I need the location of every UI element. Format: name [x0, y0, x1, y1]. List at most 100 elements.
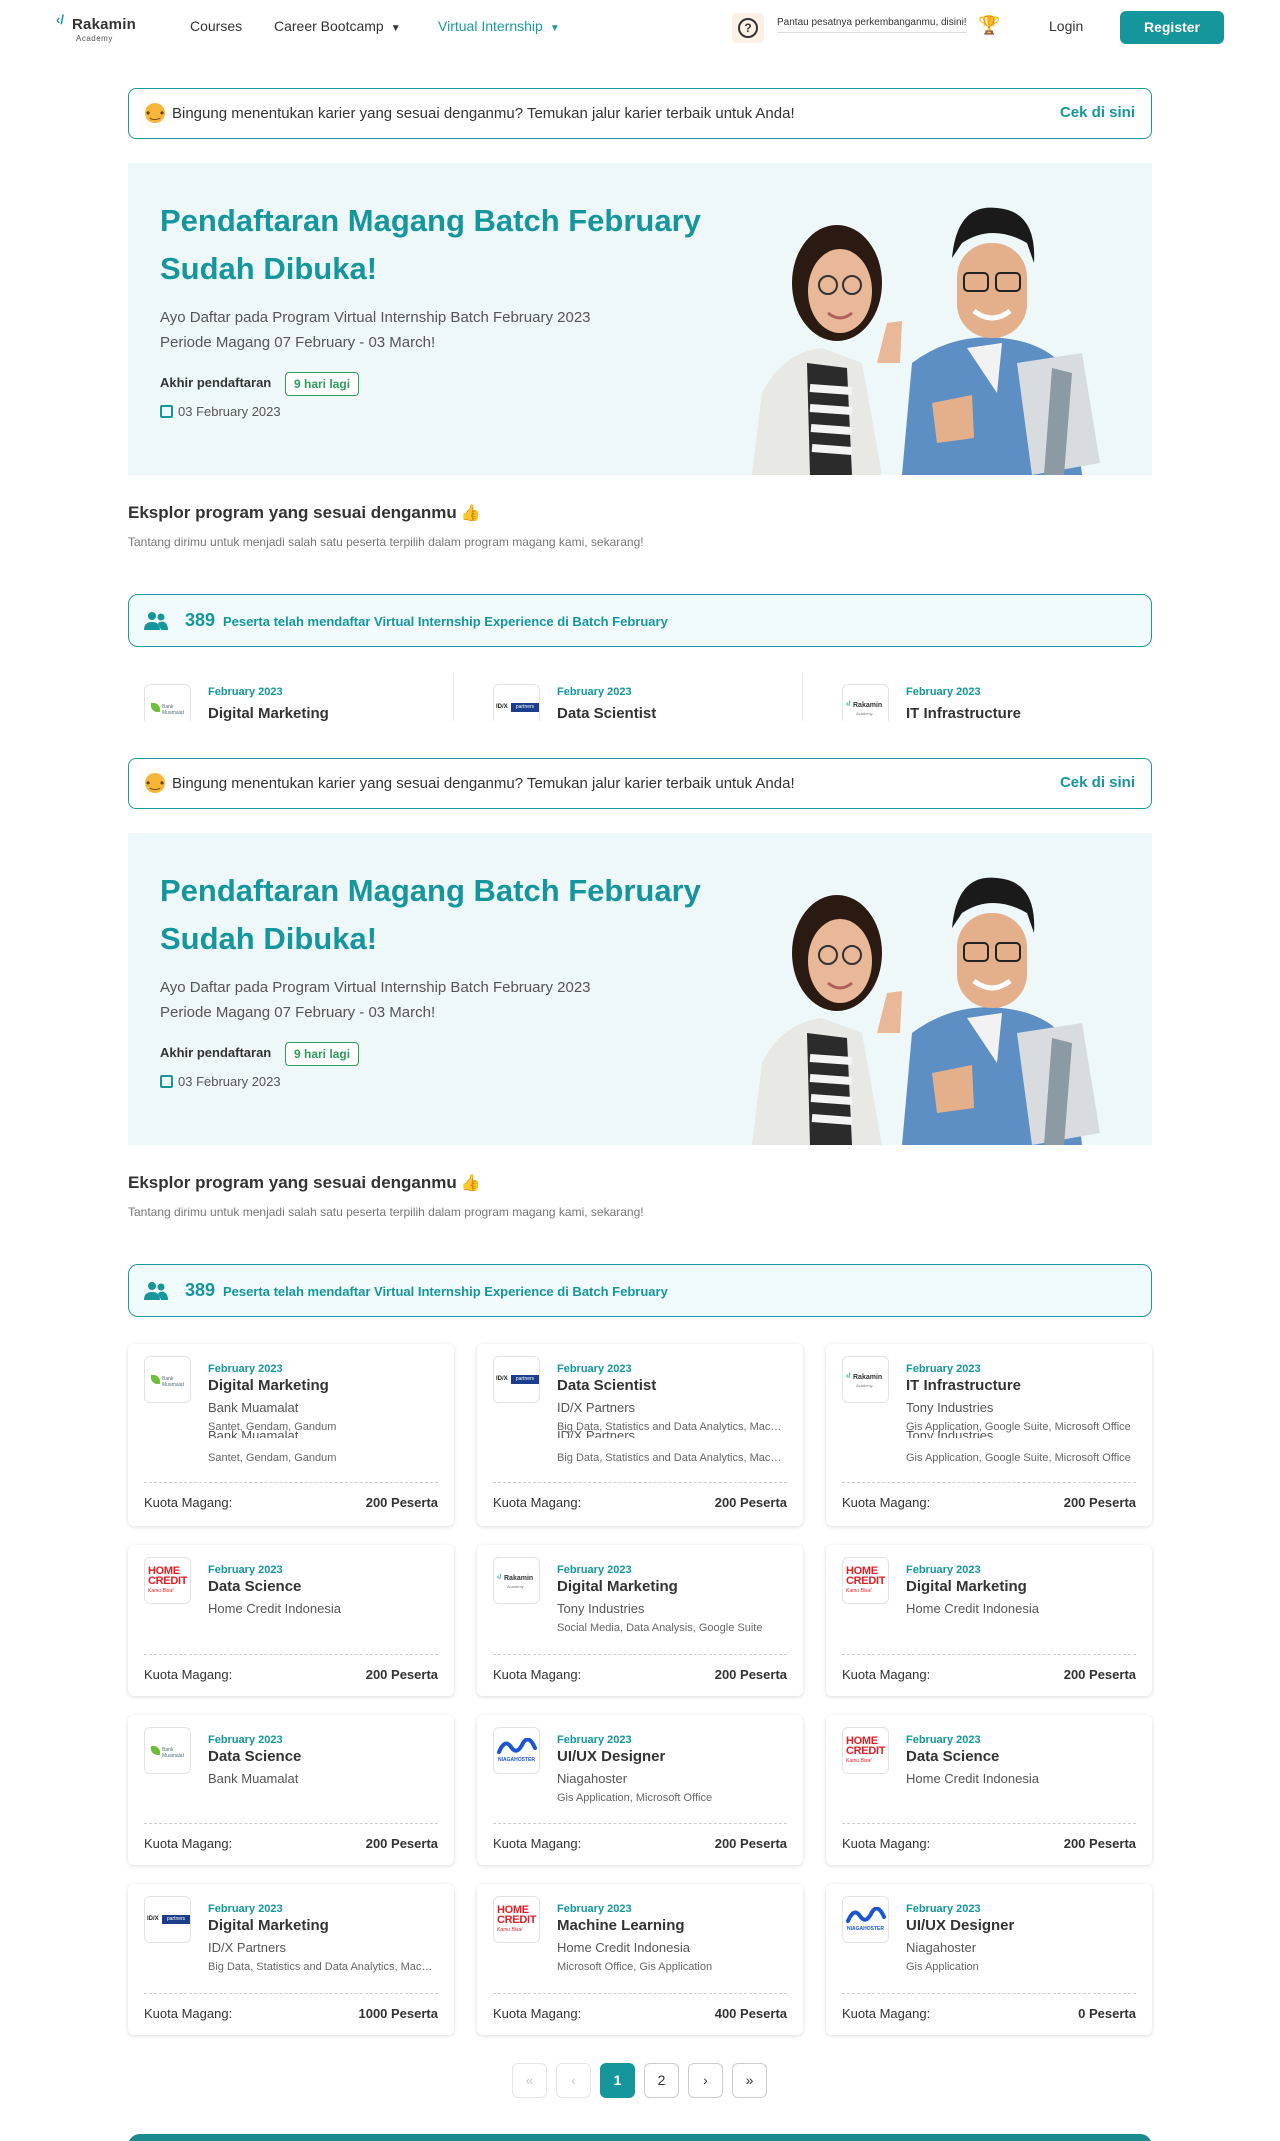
career-banner: •‿• Bingung menentukan karier yang sesua… [128, 758, 1152, 809]
card-period: February 2023 [906, 1734, 981, 1746]
internship-card[interactable]: ‹/Rakamin Academy February 2023 IT Infras… [826, 1344, 1152, 1526]
nav-virtual-internship[interactable]: Virtual Internship ▼ [438, 18, 560, 34]
registrant-count-text: Peserta telah mendaftar Virtual Internsh… [223, 1284, 668, 1299]
pagination-first-button[interactable]: « [512, 2063, 547, 2098]
company-logo: ‹/Rakamin Academy [842, 1356, 889, 1403]
login-link[interactable]: Login [1049, 18, 1083, 34]
quota-label: Kuota Magang: [493, 1836, 582, 1851]
card-divider [144, 1993, 438, 1994]
quota-label: Kuota Magang: [493, 1495, 582, 1510]
card-divider [493, 1823, 787, 1824]
card-title: Data Science [906, 1748, 1000, 1765]
registrant-count-banner: 389 Peserta telah mendaftar Virtual Inte… [128, 1264, 1152, 1317]
company-logo: HOME CREDIT Kamu Bisa! [842, 1557, 889, 1604]
top-navbar: ‹/ Rakamin Academy Courses Career Bootca… [0, 0, 1280, 55]
company-logo: ‹/Rakamin Academy [842, 684, 889, 721]
register-button[interactable]: Register [1120, 11, 1224, 44]
progress-tracker-text[interactable]: Pantau pesatnya perkembanganmu, disini! [777, 17, 967, 33]
card-divider [842, 1482, 1136, 1483]
internship-card[interactable]: HOME CREDIT Kamu Bisa! February 2023 Machi… [477, 1884, 803, 2035]
career-banner: •‿• Bingung menentukan karier yang sesua… [128, 88, 1152, 139]
registrant-count: 389 [185, 610, 216, 630]
card-company: Tony Industries [906, 1400, 994, 1415]
users-icon [144, 1282, 168, 1300]
quota-value: 0 Peserta [1078, 2006, 1136, 2021]
company-logo: Bank Muamalat [144, 684, 191, 721]
nav-career-bootcamp[interactable]: Career Bootcamp ▼ [274, 18, 401, 34]
card-title: UI/UX Designer [906, 1917, 1015, 1934]
card-company-duplicate: Tony Industries [906, 1429, 994, 1438]
internship-card[interactable]: ‹/Rakamin Academy February 2023 Digital M… [477, 1545, 803, 1696]
quota-value: 200 Peserta [714, 1495, 787, 1510]
card-company: ID/X Partners [557, 1400, 636, 1415]
thinking-face-icon: •‿• [145, 773, 165, 793]
company-logo: HOME CREDIT Kamu Bisa! [842, 1727, 889, 1774]
company-logo: ID/X partners [493, 1356, 540, 1403]
deadline-date: 03 February 2023 [160, 1074, 281, 1089]
career-banner-cta[interactable]: Cek di sini [1060, 104, 1135, 121]
card-divider [493, 1482, 787, 1483]
quota-value: 400 Peserta [714, 2006, 787, 2021]
users-icon [144, 612, 168, 630]
rakamin-mark-icon: ‹/ [56, 12, 64, 27]
card-period: February 2023 [557, 1564, 632, 1576]
card[interactable]: Bank Muamalat February 2023 Digital Mark… [128, 673, 454, 721]
internship-card[interactable]: HOME CREDIT Kamu Bisa! February 2023 Digit… [826, 1545, 1152, 1696]
rakamin-logo[interactable]: ‹/ Rakamin Academy [56, 12, 156, 46]
pagination-page-2[interactable]: 2 [644, 2063, 679, 2098]
trophy-icon[interactable]: 🏆 [978, 15, 1000, 36]
card-divider [842, 1654, 1136, 1655]
deadline-label: Akhir pendaftaran [160, 375, 272, 390]
pagination-next-button[interactable]: › [688, 2063, 723, 2098]
quota-label: Kuota Magang: [493, 2006, 582, 2021]
card-title: Digital Marketing [208, 1917, 329, 1934]
card-period: February 2023 [208, 1564, 283, 1576]
help-icon[interactable]: ? [732, 13, 764, 43]
quota-value: 200 Peserta [1063, 1836, 1136, 1851]
registrant-count-text: Peserta telah mendaftar Virtual Internsh… [223, 614, 668, 629]
calendar-icon [160, 405, 173, 418]
quota-label: Kuota Magang: [842, 1495, 931, 1510]
card-divider [493, 1993, 787, 1994]
internship-card[interactable]: ID/X partners February 2023 Digital Marke… [128, 1884, 454, 2035]
internship-card[interactable]: HOME CREDIT Kamu Bisa! February 2023 Data … [826, 1715, 1152, 1865]
quota-value: 200 Peserta [714, 1667, 787, 1682]
hero-students-illustration [752, 163, 1152, 475]
internship-card[interactable]: Bank Muamalat February 2023 Digital Mark… [128, 1344, 454, 1526]
internship-card[interactable]: NIAGAHOSTER February 2023 UI/UX Designer… [477, 1715, 803, 1865]
company-logo: Bank Muamalat [144, 1727, 191, 1774]
internship-card[interactable]: NIAGAHOSTER February 2023 UI/UX Designer… [826, 1884, 1152, 2035]
card-title: IT Infrastructure [906, 1377, 1022, 1394]
logo-name: Rakamin [72, 16, 136, 33]
internship-card[interactable]: ID/X partners February 2023 Data Scientis… [477, 1344, 803, 1526]
pagination-last-button[interactable]: » [732, 2063, 767, 2098]
internship-card[interactable]: HOME CREDIT Kamu Bisa! February 2023 Data … [128, 1545, 454, 1696]
card-title: Data Scientist [557, 1377, 657, 1394]
card-title: Data Science [208, 1748, 302, 1765]
internship-card[interactable]: Bank Muamalat February 2023 Data Science… [128, 1715, 454, 1865]
thumbs-up-icon: 👍 [460, 505, 481, 522]
card-title: IT Infrastructure [906, 705, 1022, 721]
deadline-badge: 9 hari lagi [285, 1042, 360, 1066]
quota-label: Kuota Magang: [842, 2006, 931, 2021]
deadline-label: Akhir pendaftaran [160, 1045, 272, 1060]
company-logo: ID/X partners [144, 1896, 191, 1943]
card-skills: Gis Application [906, 1961, 979, 1973]
card-skills: Microsoft Office, Gis Application [557, 1961, 713, 1973]
nav-courses[interactable]: Courses [190, 18, 242, 34]
card-company: Niagahoster [906, 1940, 977, 1955]
explore-title: Eksplor program yang sesuai denganmu 👍 [128, 503, 481, 522]
pagination-page-1[interactable]: 1 [600, 2063, 635, 2098]
card-period: February 2023 [208, 1363, 283, 1375]
card-skills: Gis Application, Microsoft Office [557, 1792, 713, 1804]
card[interactable]: ID/X partners February 2023 Data Scientis… [477, 673, 803, 721]
thumbs-up-icon: 👍 [460, 1175, 481, 1192]
card-divider [144, 1823, 438, 1824]
card[interactable]: ‹/Rakamin Academy February 2023 IT Infras… [826, 673, 1152, 721]
career-banner-cta[interactable]: Cek di sini [1060, 774, 1135, 791]
quota-label: Kuota Magang: [144, 2006, 233, 2021]
hero-description: Ayo Daftar pada Program Virtual Internsh… [160, 979, 591, 1021]
pagination-prev-button[interactable]: ‹ [556, 2063, 591, 2098]
company-logo: NIAGAHOSTER [493, 1727, 540, 1774]
niagahoster-wave-icon [846, 1906, 886, 1923]
